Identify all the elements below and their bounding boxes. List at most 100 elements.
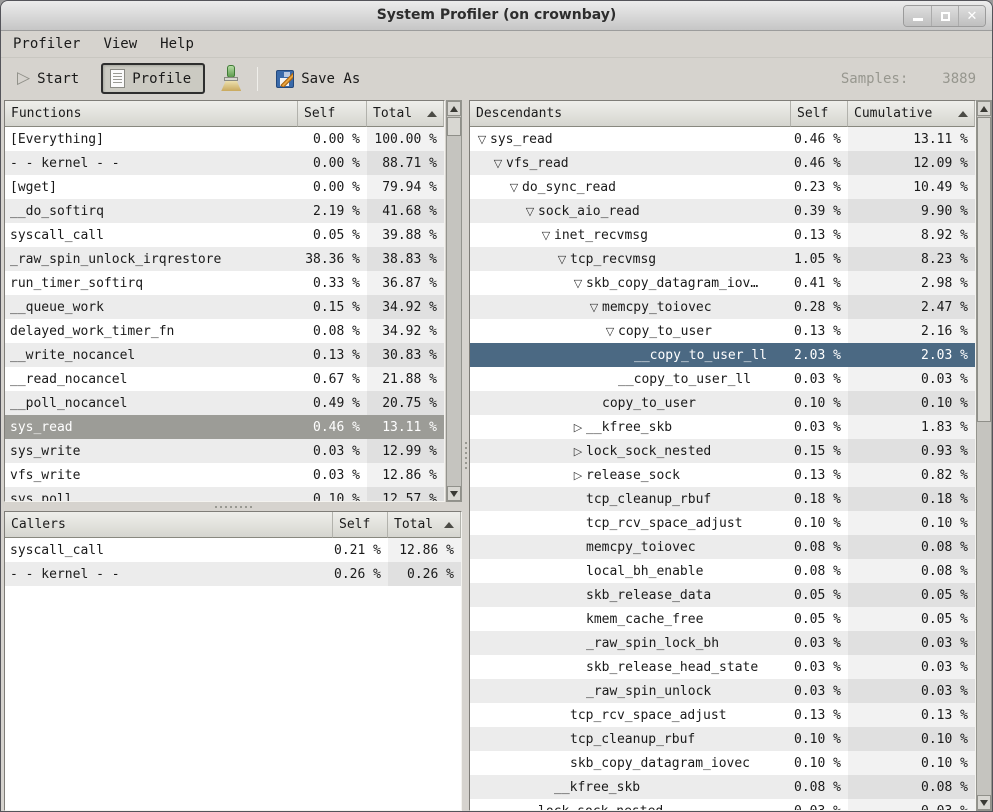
table-row[interactable]: __do_softirq2.19 %41.68 %: [5, 199, 444, 223]
column-header-self[interactable]: Self: [298, 101, 367, 127]
start-button[interactable]: ▷ Start: [11, 66, 85, 91]
function-name: ▽tcp_recvmsg: [470, 252, 791, 267]
maximize-button[interactable]: [931, 6, 958, 26]
self-percent: 0.15 %: [298, 300, 367, 315]
self-percent: 0.03 %: [298, 444, 367, 459]
table-row[interactable]: ▷release_sock0.13 %0.82 %: [470, 463, 975, 487]
functions-scrollbar[interactable]: [446, 100, 462, 502]
table-row[interactable]: copy_to_user0.10 %0.10 %: [470, 391, 975, 415]
table-row[interactable]: ▽sock_aio_read0.39 %9.90 %: [470, 199, 975, 223]
table-row[interactable]: memcpy_toiovec0.08 %0.08 %: [470, 535, 975, 559]
column-header-callers[interactable]: Callers: [5, 512, 333, 538]
descendants-panel: Descendants Self Cumulative ▽sys_read0.4…: [469, 100, 976, 811]
table-row[interactable]: tcp_rcv_space_adjust0.10 %0.10 %: [470, 511, 975, 535]
table-row[interactable]: ▷__kfree_skb0.03 %1.83 %: [470, 415, 975, 439]
titlebar[interactable]: System Profiler (on crownbay) ✕: [1, 1, 992, 31]
expander-collapsed-icon[interactable]: ▷: [570, 422, 586, 433]
table-row[interactable]: tcp_rcv_space_adjust0.13 %0.13 %: [470, 703, 975, 727]
column-header-descendants[interactable]: Descendants: [470, 101, 791, 127]
function-name: ▽copy_to_user: [470, 324, 791, 339]
expander-open-icon[interactable]: ▽: [602, 326, 618, 337]
menu-help[interactable]: Help: [158, 34, 196, 54]
table-row[interactable]: skb_release_data0.05 %0.05 %: [470, 583, 975, 607]
table-row[interactable]: syscall_call0.21 %12.86 %: [5, 538, 461, 562]
menu-view[interactable]: View: [101, 34, 139, 54]
table-row[interactable]: [wget]0.00 %79.94 %: [5, 175, 444, 199]
scrollbar-thumb[interactable]: [447, 117, 461, 136]
table-row[interactable]: tcp_cleanup_rbuf0.18 %0.18 %: [470, 487, 975, 511]
table-row[interactable]: syscall_call0.05 %39.88 %: [5, 223, 444, 247]
table-row[interactable]: __kfree_skb0.08 %0.08 %: [470, 775, 975, 799]
table-row[interactable]: _raw_spin_unlock0.03 %0.03 %: [470, 679, 975, 703]
table-row[interactable]: run_timer_softirq0.33 %36.87 %: [5, 271, 444, 295]
table-row[interactable]: local_bh_enable0.08 %0.08 %: [470, 559, 975, 583]
table-row[interactable]: kmem_cache_free0.05 %0.05 %: [470, 607, 975, 631]
table-row[interactable]: tcp_cleanup_rbuf0.10 %0.10 %: [470, 727, 975, 751]
expander-open-icon[interactable]: ▽: [490, 158, 506, 169]
expander-open-icon[interactable]: ▽: [554, 254, 570, 265]
table-row[interactable]: __poll_nocancel0.49 %20.75 %: [5, 391, 444, 415]
close-button[interactable]: ✕: [958, 6, 985, 26]
horizontal-splitter[interactable]: [4, 502, 462, 511]
table-row[interactable]: __copy_to_user_ll0.03 %0.03 %: [470, 367, 975, 391]
column-header-cumulative[interactable]: Cumulative: [848, 101, 975, 127]
table-row[interactable]: lock_sock_nested0.03 %0.03 %: [470, 799, 975, 811]
table-row[interactable]: skb_copy_datagram_iovec0.10 %0.10 %: [470, 751, 975, 775]
table-row[interactable]: ▽copy_to_user0.13 %2.16 %: [470, 319, 975, 343]
table-row[interactable]: sys_write0.03 %12.99 %: [5, 439, 444, 463]
expander-open-icon[interactable]: ▽: [586, 302, 602, 313]
table-row[interactable]: ▽sys_read0.46 %13.11 %: [470, 127, 975, 151]
expander-open-icon[interactable]: ▽: [506, 182, 522, 193]
expander-open-icon[interactable]: ▽: [538, 230, 554, 241]
scroll-up-button[interactable]: [977, 101, 991, 116]
vertical-splitter[interactable]: [462, 100, 469, 811]
function-name: lock_sock_nested: [470, 804, 791, 812]
expander-open-icon[interactable]: ▽: [474, 134, 490, 145]
scroll-down-button[interactable]: [447, 486, 461, 501]
table-row[interactable]: sys_poll0.10 %12.57 %: [5, 487, 444, 502]
table-row[interactable]: ▽vfs_read0.46 %12.09 %: [470, 151, 975, 175]
table-row[interactable]: - - kernel - -0.00 %88.71 %: [5, 151, 444, 175]
self-percent: 0.08 %: [791, 780, 848, 795]
expander-collapsed-icon[interactable]: ▷: [570, 470, 586, 481]
descendants-scrollbar[interactable]: [976, 100, 992, 811]
table-row[interactable]: __write_nocancel0.13 %30.83 %: [5, 343, 444, 367]
table-row[interactable]: _raw_spin_unlock_irqrestore38.36 %38.83 …: [5, 247, 444, 271]
column-header-self[interactable]: Self: [333, 512, 388, 538]
scrollbar-thumb[interactable]: [977, 117, 991, 422]
self-percent: 0.00 %: [298, 132, 367, 147]
table-row[interactable]: ▽skb_copy_datagram_iov…0.41 %2.98 %: [470, 271, 975, 295]
scroll-up-button[interactable]: [447, 101, 461, 116]
minimize-button[interactable]: [904, 6, 931, 26]
table-row[interactable]: ▷lock_sock_nested0.15 %0.93 %: [470, 439, 975, 463]
table-row[interactable]: __copy_to_user_ll2.03 %2.03 %: [470, 343, 975, 367]
table-row[interactable]: __read_nocancel0.67 %21.88 %: [5, 367, 444, 391]
expander-collapsed-icon[interactable]: ▷: [570, 446, 586, 457]
column-header-self[interactable]: Self: [791, 101, 848, 127]
table-row[interactable]: vfs_write0.03 %12.86 %: [5, 463, 444, 487]
scroll-down-button[interactable]: [977, 795, 991, 810]
table-row[interactable]: ▽do_sync_read0.23 %10.49 %: [470, 175, 975, 199]
table-row[interactable]: ▽inet_recvmsg0.13 %8.92 %: [470, 223, 975, 247]
table-row[interactable]: ▽memcpy_toiovec0.28 %2.47 %: [470, 295, 975, 319]
table-row[interactable]: sys_read0.46 %13.11 %: [5, 415, 444, 439]
table-row[interactable]: [Everything]0.00 %100.00 %: [5, 127, 444, 151]
column-header-total[interactable]: Total: [388, 512, 461, 538]
column-header-functions[interactable]: Functions: [5, 101, 298, 127]
table-row[interactable]: ▽tcp_recvmsg1.05 %8.23 %: [470, 247, 975, 271]
expander-open-icon[interactable]: ▽: [522, 206, 538, 217]
self-percent: 0.00 %: [298, 180, 367, 195]
expander-open-icon[interactable]: ▽: [570, 278, 586, 289]
table-row[interactable]: __queue_work0.15 %34.92 %: [5, 295, 444, 319]
self-percent: 0.23 %: [791, 180, 848, 195]
reset-button[interactable]: [217, 63, 245, 94]
table-row[interactable]: skb_release_head_state0.03 %0.03 %: [470, 655, 975, 679]
column-header-total[interactable]: Total: [367, 101, 444, 127]
menu-profiler[interactable]: Profiler: [11, 34, 82, 54]
table-row[interactable]: - - kernel - -0.26 %0.26 %: [5, 562, 461, 586]
table-row[interactable]: _raw_spin_lock_bh0.03 %0.03 %: [470, 631, 975, 655]
cumulative-percent: 2.03 %: [848, 343, 975, 367]
save-as-button[interactable]: Save As: [270, 66, 366, 92]
table-row[interactable]: delayed_work_timer_fn0.08 %34.92 %: [5, 319, 444, 343]
profile-toggle-button[interactable]: Profile: [101, 63, 205, 94]
